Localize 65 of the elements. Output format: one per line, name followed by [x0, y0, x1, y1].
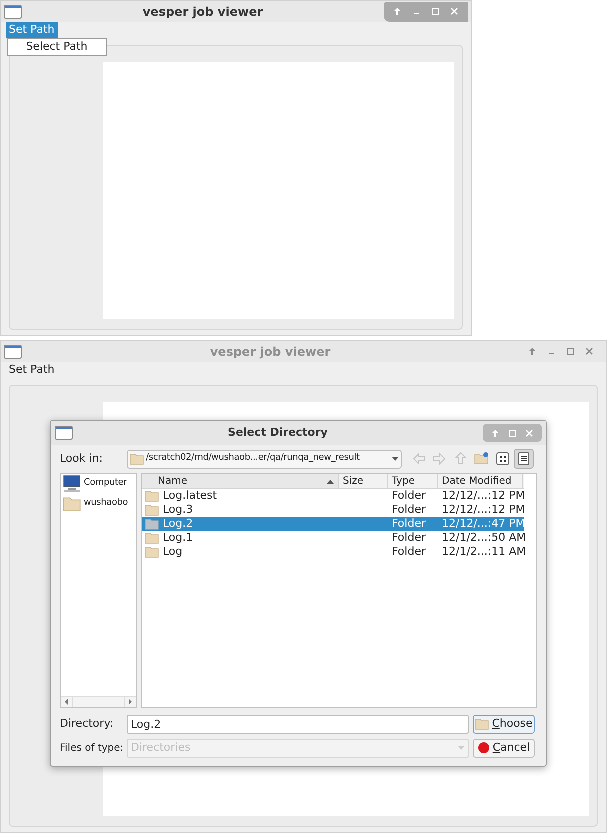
- file-type: Folder: [392, 488, 426, 504]
- file-name: Log.2: [163, 516, 194, 532]
- menu-item[interactable]: Set Path: [6, 22, 58, 38]
- pin-up-icon[interactable]: [491, 428, 500, 438]
- file-date: 12/12/...:12 PM: [442, 502, 526, 518]
- maximize-icon[interactable]: [566, 347, 575, 356]
- file-date: 12/1/2...:50 AM: [442, 530, 526, 546]
- window-icon: [4, 344, 22, 358]
- file-type: Folder: [392, 516, 426, 532]
- up-arrow-icon: [453, 451, 469, 467]
- folder-icon: [475, 718, 490, 730]
- dialog-title: Select Directory: [228, 424, 328, 441]
- list-view-icon: [516, 451, 532, 467]
- menu-option[interactable]: Select Path: [8, 39, 106, 55]
- pin-up-icon[interactable]: [528, 347, 537, 356]
- file-row[interactable]: Log Folder 12/1/2...:11 AM: [142, 545, 524, 559]
- file-date: 12/1/2...:11 AM: [442, 544, 526, 560]
- look-in-label: Look in:: [60, 450, 104, 467]
- file-name: Log.latest: [163, 488, 218, 504]
- file-row[interactable]: Log.latest Folder 12/12/...:12 PM: [142, 489, 524, 503]
- horizontal-scrollbar[interactable]: [61, 696, 136, 707]
- file-date: 12/12/...:47 PM: [442, 516, 526, 532]
- file-row[interactable]: Log.3 Folder 12/12/...:12 PM: [142, 503, 524, 517]
- column-header[interactable]: Type: [388, 474, 438, 488]
- file-type: Folder: [392, 502, 426, 518]
- forward-arrow-icon: [432, 451, 448, 467]
- folder-icon: [145, 546, 159, 558]
- icon-view-icon: [495, 451, 511, 467]
- file-type-label: Files of type:: [60, 742, 123, 756]
- place-item[interactable]: Computer: [61, 474, 136, 494]
- look-in-combo[interactable]: /scratch02/rnd/wushaob...er/qa/runqa_new_result: [127, 450, 402, 468]
- window-title: vesper job viewer: [210, 344, 331, 360]
- window-icon: [4, 4, 22, 18]
- menu-item[interactable]: Set Path: [6, 362, 58, 378]
- file-name: Log: [163, 544, 183, 560]
- cancel-icon: [478, 742, 490, 754]
- directory-field[interactable]: Log.2: [127, 714, 469, 734]
- pin-up-icon[interactable]: [393, 7, 402, 16]
- new-folder-icon: [474, 451, 490, 467]
- close-icon[interactable]: [585, 347, 594, 356]
- file-date: 12/12/...:12 PM: [442, 488, 526, 504]
- column-header[interactable]: Size: [339, 474, 388, 488]
- dropdown-caret-icon: [392, 456, 399, 462]
- place-item[interactable]: wushaobo: [61, 494, 136, 514]
- file-type: Folder: [392, 544, 426, 560]
- folder-icon: [63, 496, 81, 512]
- dialog-button[interactable]: Cancel: [473, 738, 535, 758]
- toolbar-button[interactable]: [514, 449, 534, 469]
- dialog-button[interactable]: Choose: [473, 714, 535, 734]
- file-row[interactable]: Log.2 Folder 12/12/...:47 PM: [142, 517, 524, 531]
- column-header[interactable]: Name: [142, 474, 339, 488]
- file-type: Folder: [392, 530, 426, 546]
- file-name: Log.3: [163, 502, 194, 518]
- window-icon: [55, 426, 73, 440]
- folder-icon: [130, 453, 144, 465]
- dropdown-caret-icon: [458, 746, 465, 750]
- file-name: Log.1: [163, 530, 194, 546]
- file-row[interactable]: Log.1 Folder 12/1/2...:50 AM: [142, 531, 524, 545]
- back-arrow-icon: [411, 451, 427, 467]
- sort-arrow-icon: [327, 478, 334, 484]
- directory-label: Directory:: [60, 716, 115, 732]
- path-text: /scratch02/rnd/wushaob...er/qa/runqa_new_result: [146, 452, 361, 466]
- window-title: vesper job viewer: [142, 4, 264, 20]
- folder-icon: [145, 518, 159, 530]
- column-header[interactable]: Date Modified: [438, 474, 523, 488]
